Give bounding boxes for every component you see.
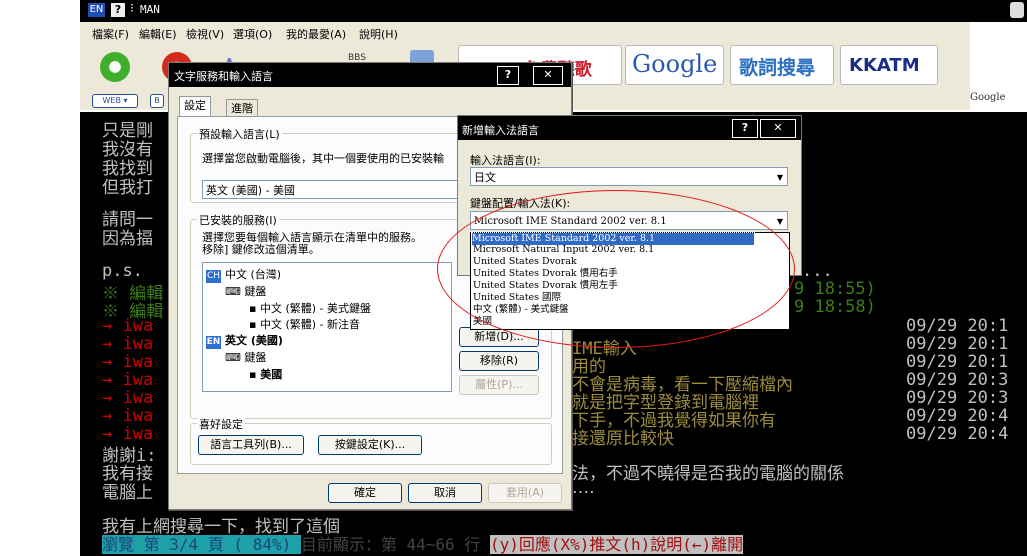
key-settings-button[interactable]: 按鍵設定(K)...	[318, 435, 422, 455]
web-dropdown[interactable]: WEB ▾	[92, 94, 138, 108]
dialog-titlebar[interactable]: 文字服務和輸入語言 ? ✕	[169, 63, 571, 87]
window-button[interactable]	[1010, 2, 1024, 18]
chevron-down-icon: ▼	[776, 217, 783, 226]
menu-bar: 檔案(F) 編輯(E) 檢視(V) 選項(O) 我的最愛(A) 說明(H)	[80, 22, 1027, 45]
help-button[interactable]: ?	[497, 66, 519, 85]
en-badge-icon: EN	[206, 336, 221, 349]
chevron-down-icon: ▼	[776, 173, 783, 182]
ok-button[interactable]: 確定	[328, 483, 402, 503]
group-label: 預設輸入語言(L)	[197, 126, 282, 142]
lines-status: 目前顯示：第 44~66 行	[300, 535, 490, 554]
push-text: 接還原比較快	[572, 429, 674, 449]
app-title: MAN	[140, 3, 160, 16]
push-time: 09/29 20:4	[906, 406, 1009, 426]
go-icon[interactable]	[100, 52, 130, 82]
tree-item[interactable]: ▪ 美國	[249, 366, 282, 382]
edit-time: 9 18:55)	[794, 279, 876, 299]
edit-time: 9 18:58)	[794, 297, 876, 317]
top-bar: EN ? ⁝ MAN	[80, 0, 1027, 22]
search-label: Google	[970, 92, 1006, 103]
services-tree[interactable]: CH 中文 (台灣) ⌨ 鍵盤 ▪ 中文 (繁體) - 美式鍵盤 ▪ 中文 (繁體…	[202, 262, 452, 392]
apply-button[interactable]: 套用(A)	[488, 483, 562, 503]
push-time: 09/29 20:4	[906, 424, 1009, 444]
toolbar-pill[interactable]: B	[150, 94, 164, 108]
tree-node-english[interactable]: EN 英文 (美國)	[206, 332, 283, 349]
search-strip: Google	[970, 22, 1027, 112]
term-line: 電腦上	[102, 483, 153, 503]
term-fragment: 法，不過不曉得是否我的電腦的關係	[572, 464, 844, 484]
language-label: 輸入法語言(I):	[470, 154, 541, 167]
term-line: 因為揊	[102, 229, 153, 249]
tree-node-keyboard[interactable]: ⌨ 鍵盤	[225, 283, 266, 299]
browse-status: 瀏覽 第 3/4 頁 ( 84%)	[102, 535, 301, 554]
push-line: → iwa	[102, 406, 154, 426]
language-indicator[interactable]: EN	[88, 3, 105, 17]
menu-file[interactable]: 檔案(F)	[92, 26, 129, 42]
help-button[interactable]: ?	[732, 119, 758, 138]
push-line: → iwa	[102, 352, 154, 372]
menu-options[interactable]: 選項(O)	[233, 26, 272, 42]
language-bar-button[interactable]: 語言工具列(B)...	[198, 435, 304, 455]
dialog-title: 新增輸入法語言	[462, 124, 539, 137]
dialog-titlebar[interactable]: 新增輸入法語言 ? ✕	[458, 116, 801, 140]
input-language-select[interactable]: 日文 ▼	[470, 167, 788, 186]
keyboard-icon: ⌨	[225, 351, 245, 364]
group-label: 已安裝的服務(I)	[197, 212, 279, 228]
kkatm-banner[interactable]: KKATM	[840, 45, 938, 85]
tree-item[interactable]: ▪ 中文 (繁體) - 美式鍵盤	[249, 300, 371, 316]
push-time: 09/29 20:1	[906, 334, 1009, 354]
term-fragment: ...	[802, 261, 833, 281]
term-line: 但我打	[102, 178, 153, 198]
term-fragment: ‥‥	[572, 478, 595, 498]
google-banner[interactable]: Google	[625, 45, 724, 85]
push-time: 09/29 20:3	[906, 370, 1009, 390]
push-line: → iwa	[102, 388, 154, 408]
properties-button[interactable]: 屬性(P)...	[459, 375, 539, 395]
tree-node-chinese[interactable]: CH 中文 (台灣)	[206, 266, 281, 283]
push-time: 09/29 20:1	[906, 352, 1009, 372]
menu-help[interactable]: 說明(H)	[359, 26, 398, 42]
push-time: 09/29 20:3	[906, 388, 1009, 408]
tab-settings[interactable]: 設定	[179, 96, 211, 116]
cancel-button[interactable]: 取消	[408, 483, 482, 503]
group-label: 喜好設定	[197, 416, 245, 432]
term-line: p.s.	[102, 261, 143, 281]
help-icon[interactable]: ?	[111, 3, 125, 17]
lyrics-banner[interactable]: 歌詞搜尋	[730, 45, 834, 85]
push-line: → iwa	[102, 370, 154, 390]
status-bar: 瀏覽 第 3/4 頁 ( 84%) 目前顯示：第 44~66 行 (y)回應(X…	[102, 531, 1027, 554]
menu-edit[interactable]: 編輯(E)	[139, 26, 177, 42]
push-time: 09/29 20:1	[906, 316, 1009, 336]
push-line: → iwa	[102, 316, 154, 336]
dialog-title: 文字服務和輸入語言	[174, 70, 273, 83]
key-hints: (y)回應(X%)推文(h)說明(←)離開	[489, 535, 744, 554]
keyboard-icon: ⌨	[225, 285, 245, 298]
menu-handle-icon[interactable]: ⁝	[130, 1, 134, 15]
menu-view[interactable]: 檢視(V)	[186, 26, 224, 42]
tree-node-keyboard[interactable]: ⌨ 鍵盤	[225, 349, 266, 365]
default-desc: 選擇當您啟動電腦後，其中一個要使用的已安裝輸	[202, 152, 444, 165]
installed-desc: 移除] 鍵修改這個清單。	[202, 243, 320, 256]
menu-favorites[interactable]: 我的最愛(A)	[286, 26, 346, 42]
close-button[interactable]: ✕	[760, 119, 796, 138]
tree-item[interactable]: ▪ 中文 (繁體) - 新注音	[249, 316, 360, 332]
remove-button[interactable]: 移除(R)	[459, 351, 539, 371]
ch-badge-icon: CH	[206, 270, 221, 283]
close-button[interactable]: ✕	[533, 66, 563, 85]
push-line: → iwa	[102, 334, 154, 354]
annotation-ellipse	[437, 190, 795, 348]
